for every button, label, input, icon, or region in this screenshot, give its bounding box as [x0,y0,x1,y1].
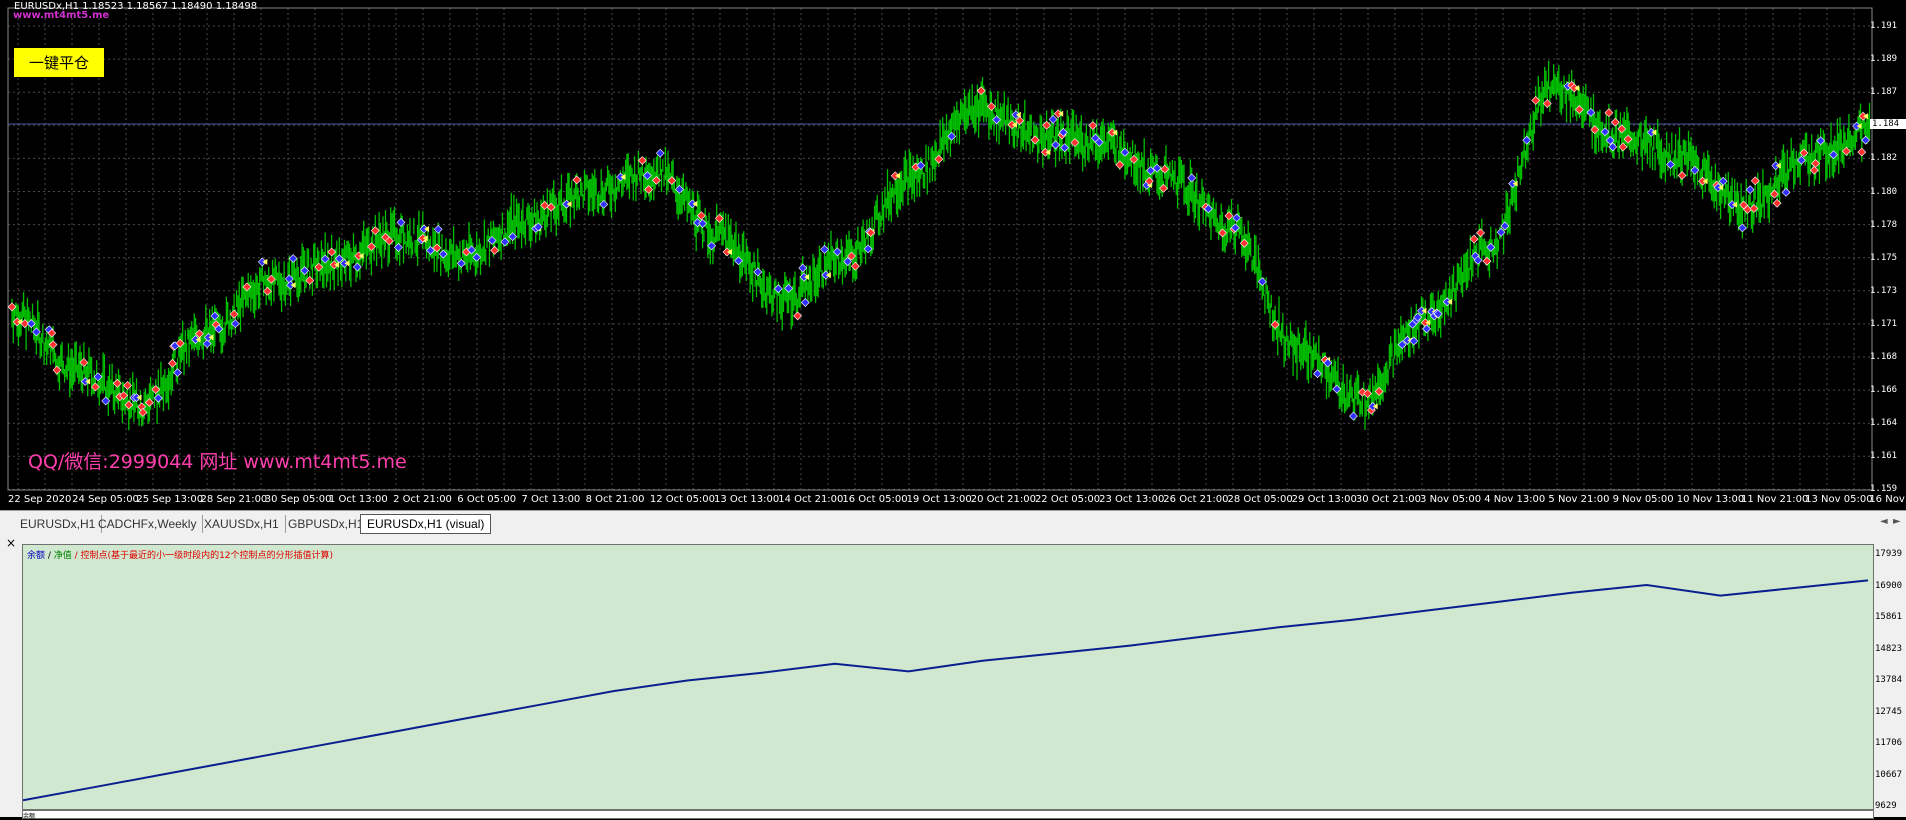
time-tick-label: 2 Oct 21:00 [393,494,452,505]
equity-tick-label: 9629 [1875,801,1897,811]
trade-arrow [1048,115,1058,124]
legend-equity: 净值 [53,551,72,561]
time-tick-label: 20 Oct 21:00 [970,494,1036,505]
time-tick-label: 4 Nov 13:00 [1484,494,1546,505]
time-tick-label: 23 Oct 13:00 [1099,494,1165,505]
tab-cadchfx-weekly[interactable]: CADCHFx,Weekly [92,515,204,533]
tab-gbpusdx-h1[interactable]: GBPUSDx,H1 [282,515,371,533]
time-tick-label: 10 Nov 13:00 [1676,494,1745,505]
trade-arrow [1809,165,1819,175]
equity-tick-label: 10667 [1875,769,1903,780]
time-tick-label: 19 Oct 13:00 [906,494,972,505]
trade-arrow [288,254,298,263]
tab-eurusdx-h1-visual[interactable]: EURUSDx,H1 (visual) [360,514,492,534]
site-label: www.mt4mt5.me [13,10,110,21]
trade-arrow [1187,173,1197,183]
price-tick-label: 1.191 [1870,21,1898,31]
equity-panel: × 余额 / 净值 / 控制点(基于最近的小一级时段内的12个控制点的分形插值计… [0,534,1906,820]
time-tick-label: 3 Nov 05:00 [1420,494,1482,505]
time-tick-label: 22 Oct 05:00 [1034,494,1101,505]
price-tick-label: 1.175 [1870,252,1898,263]
trade-arrows [7,80,1871,421]
time-tick-label: 11 Nov 21:00 [1740,494,1809,505]
time-tick-label: 30 Oct 21:00 [1355,494,1422,505]
price-tick-label: 1.164 [1870,418,1898,429]
time-tick-label: 28 Oct 05:00 [1227,494,1293,505]
trade-arrow [168,358,177,368]
trade-arrow [572,175,582,185]
time-tick-label: 5 Nov 21:00 [1548,494,1610,505]
tab-eurusdx-h1[interactable]: EURUSDx,H1 [14,515,103,533]
time-tick-label: 7 Oct 13:00 [521,494,581,505]
price-chart[interactable]: EURUSDx,H1 1.18523 1.18567 1.18490 1.184… [0,0,1906,510]
equity-tick-label: 13784 [1875,675,1903,685]
legend-control-points: / 控制点(基于最近的小一级时段内的12个控制点的分形插值计算) [71,551,334,561]
price-tick-label: 1.161 [1870,451,1898,462]
equity-legend: 余额 / 净值 / 控制点(基于最近的小一级时段内的12个控制点的分形插值计算) [27,548,333,561]
trade-arrow [1677,171,1687,180]
price-tick-label: 1.178 [1870,219,1898,230]
price-chart-canvas[interactable] [0,0,1906,510]
price-tick-label: 1.168 [1870,352,1898,362]
trade-arrow [1349,411,1358,421]
tab-scroll-left-icon[interactable]: ◄ [1880,516,1888,527]
trade-arrow [1857,147,1867,157]
equity-tick-label: 17939 [1875,549,1903,559]
time-tick-label: 26 Oct 21:00 [1163,494,1229,505]
bottom-strip: 余额 [22,810,1874,820]
time-tick-label: 6 Oct 05:00 [457,494,517,505]
price-tick-label: 1.182 [1870,153,1898,164]
time-tick-label: 28 Sep 21:00 [200,494,268,505]
tab-scroll-right-icon[interactable]: ► [1893,516,1901,527]
current-price-label: 1.184 [1870,119,1906,129]
price-tick-label: 1.187 [1870,87,1898,98]
equity-tick-label: 11706 [1875,738,1903,748]
time-tick-label: 16 Oct 05:00 [842,494,908,505]
time-tick-label: 13 Nov 05:00 [1805,494,1873,505]
time-tick-label: 13 Oct 13:00 [714,494,780,505]
time-tick-label: 1 Oct 13:00 [328,494,388,505]
trade-arrow [1051,140,1061,150]
time-tick-label: 22 Sep 2020 [8,494,72,505]
time-tick-label: 14 Oct 21:00 [778,494,844,505]
equity-tick-label: 16900 [1875,580,1903,591]
time-tick-label: 8 Oct 21:00 [585,494,645,505]
legend-separator: / [45,551,54,561]
time-tick-label: 29 Oct 13:00 [1291,494,1357,505]
trade-arrow [1745,185,1755,195]
price-tick-label: 1.166 [1870,385,1898,396]
chart-tab-bar: EURUSDx,H1 CADCHFx,Weekly XAUUSDx,H1 GBPUSD… [0,510,1906,535]
equity-chart[interactable]: 余额 / 净值 / 控制点(基于最近的小一级时段内的12个控制点的分形插值计算) [22,544,1874,810]
legend-balance: 余额 [27,551,46,561]
equity-tick-label: 12745 [1875,706,1903,717]
trade-arrow [599,199,609,209]
trade-arrow [490,245,500,255]
time-tick-label: 12 Oct 05:00 [649,494,716,505]
price-tick-label: 1.159 [1870,484,1898,495]
trade-arrow [793,311,803,321]
trade-arrow [1476,228,1485,238]
time-tick-label: 9 Nov 05:00 [1612,494,1674,505]
equity-chart-canvas [23,579,1869,802]
equity-tick-label: 14823 [1875,643,1903,654]
price-tick-label: 1.173 [1870,285,1898,296]
price-tick-label: 1.189 [1870,54,1898,65]
balance-line [23,579,1869,802]
trade-arrow [229,309,239,319]
time-tick-label: 16 Nov 13 [1869,494,1906,505]
close-icon[interactable]: × [6,536,16,550]
trade-arrow [1781,187,1791,197]
watermark: QQ/微信:2999044 网址 www.mt4mt5.me [28,451,407,473]
price-tick-label: 1.180 [1870,186,1898,197]
equity-tick-label: 15861 [1875,612,1903,622]
trade-arrow [1469,234,1479,244]
chart-grid [8,8,1872,490]
time-tick-label: 30 Sep 05:00 [264,494,332,505]
trade-arrow [798,263,808,273]
time-tick-label: 24 Sep 05:00 [72,494,139,505]
time-tick-label: 25 Sep 13:00 [136,494,204,505]
tab-xauusdx-h1[interactable]: XAUUSDx,H1 [198,515,286,533]
price-tick-label: 1.171 [1870,318,1898,329]
close-all-button[interactable]: 一键平仓 [14,48,104,77]
